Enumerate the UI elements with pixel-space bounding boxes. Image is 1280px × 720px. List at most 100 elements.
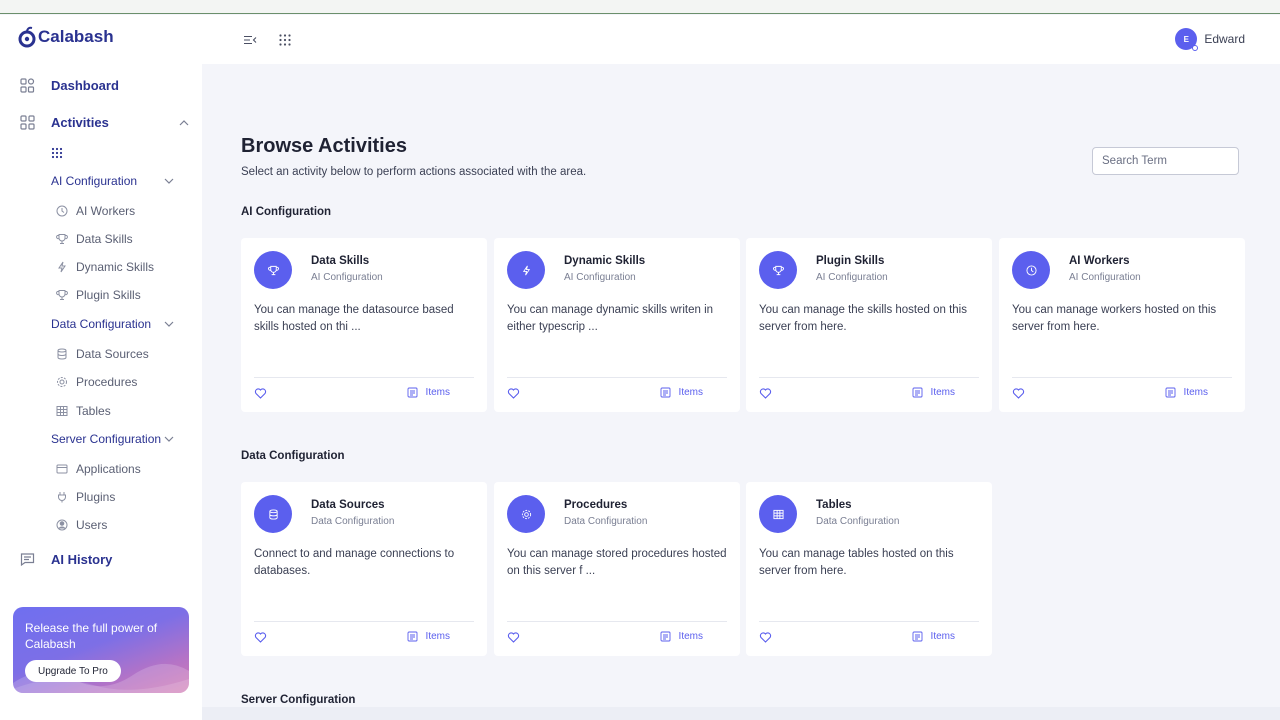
- sidebar-group-ai-configuration[interactable]: AI Configuration: [51, 174, 175, 188]
- sidebar-item-data-sources[interactable]: Data Sources: [56, 347, 149, 361]
- heart-icon[interactable]: [759, 631, 772, 644]
- heart-icon[interactable]: [507, 631, 520, 644]
- sidebar-group-data-configuration[interactable]: Data Configuration: [51, 317, 175, 331]
- sidebar-item-activities[interactable]: Activities: [20, 115, 190, 130]
- activity-card-procedures[interactable]: Procedures Data Configuration You can ma…: [494, 482, 740, 656]
- app-name: Calabash: [38, 27, 114, 46]
- online-status-dot: [1192, 45, 1199, 51]
- card-description: You can manage workers hosted on this se…: [1012, 304, 1217, 333]
- heart-icon[interactable]: [1012, 387, 1025, 400]
- sidebar-item-plugins[interactable]: Plugins: [56, 490, 115, 504]
- items-link[interactable]: Items: [660, 631, 703, 642]
- apps-grid-icon[interactable]: [51, 147, 63, 159]
- dashboard-icon: [20, 78, 35, 93]
- heart-icon[interactable]: [254, 387, 267, 400]
- card-description: You can manage the datasource based skil…: [254, 304, 454, 333]
- chevron-down-icon[interactable]: [163, 318, 175, 330]
- apps-grid-icon[interactable]: [278, 33, 292, 47]
- card-title[interactable]: Data Skills: [311, 255, 369, 267]
- search-input[interactable]: [1092, 147, 1239, 175]
- activity-card-plugin-skills[interactable]: Plugin Skills AI Configuration You can m…: [746, 238, 992, 412]
- sidebar-item-applications[interactable]: Applications: [56, 462, 141, 476]
- list-icon: [660, 387, 671, 398]
- card-divider: [507, 621, 727, 622]
- database-icon: [254, 495, 292, 533]
- card-category: AI Configuration: [1069, 272, 1141, 283]
- card-title[interactable]: Data Sources: [311, 499, 385, 511]
- sidebar-item-label: Plugins: [76, 490, 116, 504]
- heart-icon[interactable]: [507, 387, 520, 400]
- chevron-down-icon[interactable]: [163, 175, 175, 187]
- clock-icon: [1012, 251, 1050, 289]
- card-description: Connect to and manage connections to dat…: [254, 548, 455, 577]
- card-description: You can manage dynamic skills writen in …: [507, 304, 714, 333]
- sidebar-item-ai-history[interactable]: AI History: [20, 552, 190, 567]
- gear-icon: [56, 376, 68, 388]
- section-title-data-configuration: Data Configuration: [241, 450, 345, 462]
- chevron-up-icon[interactable]: [178, 117, 190, 129]
- sidebar-item-tables[interactable]: Tables: [56, 404, 111, 418]
- sidebar-item-ai-workers[interactable]: AI Workers: [56, 204, 135, 218]
- database-icon: [56, 348, 68, 360]
- card-title[interactable]: Plugin Skills: [816, 255, 884, 267]
- top-header: E Edward: [202, 15, 1280, 64]
- sidebar-item-label: Plugin Skills: [76, 288, 141, 302]
- sidebar-group-server-configuration[interactable]: Server Configuration: [51, 432, 175, 446]
- card-category: Data Configuration: [816, 516, 900, 527]
- items-link[interactable]: Items: [407, 387, 450, 398]
- card-title[interactable]: Tables: [816, 499, 852, 511]
- heart-icon[interactable]: [254, 631, 267, 644]
- card-category: AI Configuration: [311, 272, 383, 283]
- activity-card-ai-workers[interactable]: AI Workers AI Configuration You can mana…: [999, 238, 1245, 412]
- activity-card-data-skills[interactable]: Data Skills AI Configuration You can man…: [241, 238, 487, 412]
- items-link[interactable]: Items: [912, 631, 955, 642]
- card-title[interactable]: AI Workers: [1069, 255, 1130, 267]
- bottom-edge-strip: [202, 707, 1280, 720]
- items-link[interactable]: Items: [1165, 387, 1208, 398]
- items-link[interactable]: Items: [407, 631, 450, 642]
- activity-card-data-sources[interactable]: Data Sources Data Configuration Connect …: [241, 482, 487, 656]
- items-label: Items: [930, 387, 955, 398]
- list-icon: [407, 387, 418, 398]
- card-title[interactable]: Procedures: [564, 499, 627, 511]
- sidebar-group-label: Data Configuration: [51, 317, 152, 331]
- upgrade-promo-card: Release the full power of Calabash Upgra…: [13, 607, 189, 693]
- app-logo[interactable]: Calabash: [18, 26, 114, 48]
- section-title-server-configuration: Server Configuration: [241, 694, 356, 706]
- sidebar-item-label: Applications: [76, 462, 141, 476]
- items-link[interactable]: Items: [912, 387, 955, 398]
- activity-card-tables[interactable]: Tables Data Configuration You can manage…: [746, 482, 992, 656]
- sidebar-item-plugin-skills[interactable]: Plugin Skills: [56, 288, 141, 302]
- page-subtitle: Select an activity below to perform acti…: [241, 166, 587, 178]
- table-icon: [56, 405, 68, 417]
- items-link[interactable]: Items: [660, 387, 703, 398]
- chevron-down-icon[interactable]: [163, 433, 175, 445]
- heart-icon[interactable]: [759, 387, 772, 400]
- list-icon: [1165, 387, 1176, 398]
- card-divider: [254, 621, 474, 622]
- upgrade-to-pro-button[interactable]: Upgrade To Pro: [25, 660, 121, 682]
- items-label: Items: [1183, 387, 1208, 398]
- sidebar-item-label: AI Workers: [76, 204, 136, 218]
- gear-icon: [507, 495, 545, 533]
- collapse-menu-icon[interactable]: [243, 33, 257, 47]
- card-title[interactable]: Dynamic Skills: [564, 255, 645, 267]
- window-top-strip: [0, 0, 1280, 14]
- sidebar-item-dynamic-skills[interactable]: Dynamic Skills: [56, 260, 154, 274]
- sidebar-item-procedures[interactable]: Procedures: [56, 375, 137, 389]
- trophy-icon: [56, 233, 68, 245]
- avatar[interactable]: E: [1175, 28, 1199, 51]
- sidebar-item-data-skills[interactable]: Data Skills: [56, 232, 133, 246]
- sidebar-item-dashboard[interactable]: Dashboard: [20, 78, 190, 93]
- trophy-icon: [759, 251, 797, 289]
- avatar-initial: E: [1183, 34, 1189, 44]
- card-divider: [1012, 377, 1232, 378]
- sidebar-item-label: Activities: [51, 115, 109, 130]
- user-menu[interactable]: E Edward: [1175, 28, 1245, 51]
- items-label: Items: [930, 631, 955, 642]
- card-divider: [507, 377, 727, 378]
- activity-card-dynamic-skills[interactable]: Dynamic Skills AI Configuration You can …: [494, 238, 740, 412]
- sidebar-item-label: Tables: [76, 404, 111, 418]
- sidebar-item-users[interactable]: Users: [56, 518, 107, 532]
- trophy-icon: [56, 289, 68, 301]
